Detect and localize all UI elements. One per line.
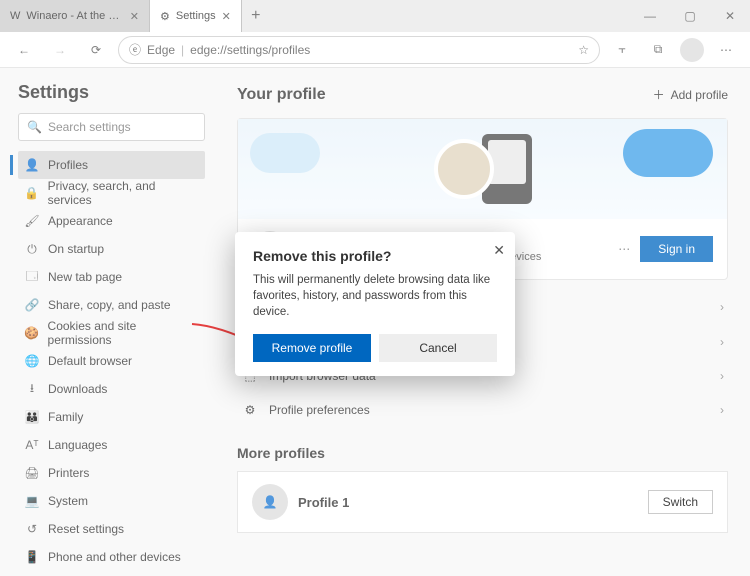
dialog-title: Remove this profile? <box>253 248 497 264</box>
avatar-illustration <box>434 139 494 199</box>
remove-profile-button[interactable]: Remove profile <box>253 334 371 362</box>
remove-profile-dialog: ✕ Remove this profile? This will permane… <box>235 232 515 376</box>
modal-overlay: ✕ Remove this profile? This will permane… <box>0 0 750 576</box>
dialog-close-button[interactable]: ✕ <box>493 242 505 259</box>
cancel-button[interactable]: Cancel <box>379 334 497 362</box>
dialog-body: This will permanently delete browsing da… <box>253 272 497 320</box>
